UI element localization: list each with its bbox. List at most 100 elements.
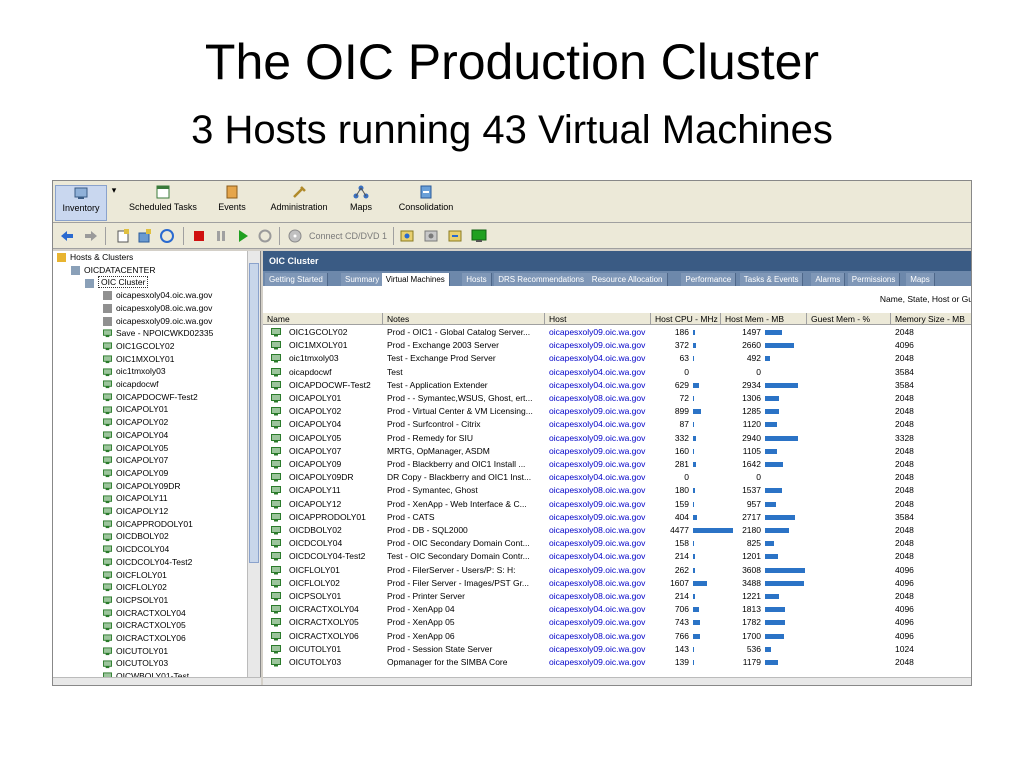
tree-vm[interactable]: OICAPOLY07 (103, 454, 168, 467)
tree-vm[interactable]: OICDCOLY04 (103, 543, 169, 556)
tab-alarms[interactable]: Alarms (811, 273, 846, 286)
revert-snapshot-icon[interactable] (423, 228, 439, 244)
column-header-guest-mem-[interactable]: Guest Mem - % (807, 313, 891, 325)
new-host-icon[interactable] (137, 228, 153, 244)
tree-vm[interactable]: OICRACTXOLY06 (103, 632, 186, 645)
tab-performance[interactable]: Performance (681, 273, 737, 286)
tab-drs-recommendations[interactable]: DRS Recommendations (494, 273, 589, 286)
console-icon[interactable] (471, 228, 487, 244)
tree-host[interactable]: oicapesxoly08.oic.wa.gov (103, 302, 212, 315)
table-row[interactable]: OICRACTXOLY05 Prod - XenApp 05 oicapesxoly… (263, 616, 971, 629)
table-row[interactable]: OICPSOLY01 Prod - Printer Server oicapesxo… (263, 590, 971, 603)
table-row[interactable]: OICRACTXOLY06 Prod - XenApp 06 oicapesxoly… (263, 630, 971, 643)
tree-vm[interactable]: OICDBOLY02 (103, 530, 169, 543)
table-row[interactable]: OICUTOLY01 Prod - Session State Server oic… (263, 643, 971, 656)
tree-vm[interactable]: OICAPOLY05 (103, 442, 168, 455)
tree-vm[interactable]: OICAPOLY09DR (103, 480, 181, 493)
table-row[interactable]: OIC1MXOLY01 Prod - Exchange 2003 Server oi… (263, 339, 971, 352)
tree-vertical-scrollbar[interactable] (247, 251, 260, 677)
table-row[interactable]: OICAPDOCWF-Test2 Test - Application Exten… (263, 379, 971, 392)
tree-vm[interactable]: OICUTOLY01 (103, 645, 168, 658)
column-header-host-cpu-mhz[interactable]: Host CPU - MHz (651, 313, 721, 325)
table-row[interactable]: OICAPPRODOLY01 Prod - CATS oicapesxoly09.o… (263, 511, 971, 524)
tree-vm[interactable]: OICAPOLY11 (103, 492, 168, 505)
tree-vm[interactable]: OICUTOLY03 (103, 657, 168, 670)
events-button[interactable]: Events (213, 185, 251, 221)
inventory-button[interactable]: Inventory (55, 185, 107, 221)
tree-vm[interactable]: oic1tmxoly03 (103, 365, 166, 378)
tree-vm[interactable]: OICFLOLY02 (103, 581, 167, 594)
tree-vm[interactable]: OICWBOLY01-Test (103, 670, 189, 677)
forward-icon[interactable] (83, 228, 99, 244)
refresh-icon[interactable] (159, 228, 175, 244)
column-header-memory-size-mb[interactable]: Memory Size - MB (891, 313, 971, 325)
tab-maps[interactable]: Maps (906, 273, 935, 286)
tab-tasks-events[interactable]: Tasks & Events (739, 273, 804, 286)
table-row[interactable]: OICAPOLY11 Prod - Symantec, Ghost oicapesx… (263, 484, 971, 497)
stop-icon[interactable] (191, 228, 207, 244)
column-header-host-mem-mb[interactable]: Host Mem - MB (721, 313, 807, 325)
tree-vm[interactable]: OICAPOLY02 (103, 416, 168, 429)
administration-button[interactable]: Administration (269, 185, 329, 221)
table-row[interactable]: OICAPOLY02 Prod - Virtual Center & VM Lic… (263, 405, 971, 418)
tree-vm[interactable]: OICFLOLY01 (103, 569, 167, 582)
table-row[interactable]: OICAPOLY01 Prod - - Symantec,WSUS, Ghost,… (263, 392, 971, 405)
table-row[interactable]: oicapdocwf Test oicapesxoly04.oic.wa.gov 0 0… (263, 366, 971, 379)
inventory-dropdown[interactable]: ▾ (109, 185, 119, 221)
cd-dvd-icon[interactable] (287, 228, 303, 244)
tab-getting-started[interactable]: Getting Started (265, 273, 328, 286)
table-row[interactable]: OICDCOLY04-Test2 Test - OIC Secondary Dom… (263, 550, 971, 563)
tree-datacenter[interactable]: OICDATACENTER (71, 264, 155, 277)
back-icon[interactable] (59, 228, 75, 244)
tree-root[interactable]: Hosts & Clusters (57, 251, 133, 264)
consolidation-button[interactable]: Consolidation (397, 185, 455, 221)
new-vm-icon[interactable] (115, 228, 131, 244)
table-row[interactable]: OICAPOLY04 Prod - Surfcontrol - Citrix oic… (263, 418, 971, 431)
scheduled-tasks-button[interactable]: Scheduled Tasks (125, 185, 201, 221)
table-row[interactable]: OICAPOLY12 Prod - XenApp - Web Interface … (263, 498, 971, 511)
inventory-tree[interactable]: Hosts & Clusters OICDATACENTER OIC Cluster… (53, 251, 261, 677)
tab-permissions[interactable]: Permissions (847, 273, 901, 286)
table-row[interactable]: OICRACTXOLY04 Prod - XenApp 04 oicapesxoly… (263, 603, 971, 616)
tree-vm[interactable]: OICAPPRODOLY01 (103, 518, 193, 531)
tab-virtual-machines[interactable]: Virtual Machines (381, 273, 450, 286)
column-header-notes[interactable]: Notes (383, 313, 545, 325)
connect-cd-label[interactable]: Connect CD/DVD 1 (309, 231, 387, 241)
tree-vm[interactable]: OICAPOLY04 (103, 429, 168, 442)
table-row[interactable]: OICUTOLY03 Opmanager for the SIMBA Core oi… (263, 656, 971, 669)
tree-vm[interactable]: OICAPOLY12 (103, 505, 168, 518)
tree-cluster[interactable]: OIC Cluster (85, 276, 149, 289)
table-row[interactable]: OICFLOLY02 Prod - Filer Server - Images/P… (263, 577, 971, 590)
table-row[interactable]: OICDBOLY02 Prod - DB - SQL2000 oicapesxoly… (263, 524, 971, 537)
tree-vm[interactable]: OICAPOLY01 (103, 403, 168, 416)
tree-horizontal-scrollbar[interactable] (53, 677, 261, 685)
tree-vm[interactable]: oicapdocwf (103, 378, 159, 391)
tree-vm[interactable]: OICRACTXOLY05 (103, 619, 186, 632)
table-row[interactable]: OICAPOLY05 Prod - Remedy for SIU oicapesxo… (263, 432, 971, 445)
pause-icon[interactable] (213, 228, 229, 244)
table-row[interactable]: OIC1GCOLY02 Prod - OIC1 - Global Catalog … (263, 326, 971, 339)
tree-host[interactable]: oicapesxoly09.oic.wa.gov (103, 315, 212, 328)
filter-hint[interactable]: Name, State, Host or Gu (880, 294, 971, 304)
tab-resource-allocation[interactable]: Resource Allocation (587, 273, 668, 286)
reset-icon[interactable] (257, 228, 273, 244)
snapshot-manager-icon[interactable] (447, 228, 463, 244)
column-header-host[interactable]: Host (545, 313, 651, 325)
play-icon[interactable] (235, 228, 251, 244)
tree-vm[interactable]: OICAPOLY09 (103, 467, 168, 480)
tree-host[interactable]: oicapesxoly04.oic.wa.gov (103, 289, 212, 302)
table-row[interactable]: oic1tmxoly03 Test - Exchange Prod Server o… (263, 352, 971, 365)
tab-hosts[interactable]: Hosts (462, 273, 492, 286)
table-row[interactable]: OICFLOLY01 Prod - FilerServer - Users/P: … (263, 564, 971, 577)
tree-vm[interactable]: OICRACTXOLY04 (103, 607, 186, 620)
tab-summary[interactable]: Summary (341, 273, 385, 286)
table-horizontal-scrollbar[interactable] (263, 677, 971, 685)
snapshot-icon[interactable] (399, 228, 415, 244)
table-row[interactable]: OICAPOLY07 MRTG, OpManager, ASDM oicapesxo… (263, 445, 971, 458)
column-header-name[interactable]: Name (263, 313, 383, 325)
maps-button[interactable]: Maps (345, 185, 377, 221)
table-row[interactable]: OICAPOLY09DR DR Copy - Blackberry and OIC… (263, 471, 971, 484)
tree-vm[interactable]: OIC1MXOLY01 (103, 353, 174, 366)
tree-vm[interactable]: OICAPDOCWF-Test2 (103, 391, 198, 404)
tree-vm[interactable]: Save - NPOICWKD02335 (103, 327, 213, 340)
